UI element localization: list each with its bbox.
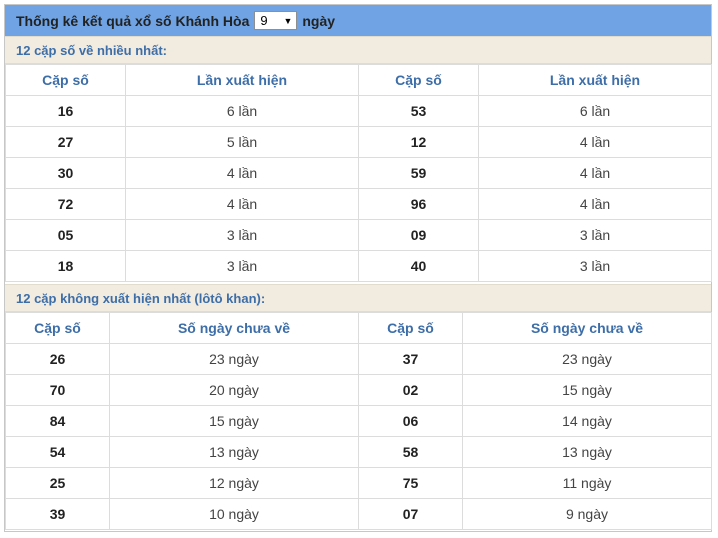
pair-number-cell: 05: [5, 219, 126, 251]
table-header-row: Cặp số Lần xuất hiện Cặp số Lần xuất hiện: [5, 64, 712, 96]
count-cell: 5 lần: [125, 126, 359, 158]
pair-number-cell: 09: [358, 219, 479, 251]
count-cell: 3 lần: [478, 219, 712, 251]
column-header: Cặp số: [358, 312, 463, 344]
column-header: Lần xuất hiện: [478, 64, 712, 96]
dropdown-arrow-icon: ▼: [283, 15, 293, 26]
stats-panel: Thống kê kết quả xổ số Khánh Hòa 9 ▼ ngà…: [4, 4, 712, 532]
count-cell: 6 lần: [125, 95, 359, 127]
pair-number-cell: 07: [358, 498, 463, 530]
pair-number-cell: 25: [5, 467, 110, 499]
pair-number-cell: 26: [5, 343, 110, 375]
count-cell: 20 ngày: [109, 374, 359, 406]
pair-number-cell: 75: [358, 467, 463, 499]
pair-number-cell: 84: [5, 405, 110, 437]
count-cell: 4 lần: [125, 188, 359, 220]
column-header: Cặp số: [5, 312, 110, 344]
count-cell: 14 ngày: [462, 405, 712, 437]
table-row: 54 13 ngày 58 13 ngày: [5, 436, 712, 468]
days-select[interactable]: 9 ▼: [254, 11, 298, 30]
column-header: Số ngày chưa về: [462, 312, 712, 344]
table-header-row: Cặp số Số ngày chưa về Cặp số Số ngày chưa …: [5, 312, 712, 344]
count-cell: 3 lần: [125, 250, 359, 282]
count-cell: 12 ngày: [109, 467, 359, 499]
absent-pairs-table: Cặp số Số ngày chưa về Cặp số Số ngày chưa …: [5, 312, 712, 530]
table-row: 39 10 ngày 07 9 ngày: [5, 498, 712, 530]
table-row: 30 4 lần 59 4 lần: [5, 157, 712, 189]
table-row: 05 3 lần 09 3 lần: [5, 219, 712, 251]
column-header: Cặp số: [5, 64, 126, 96]
column-header: Cặp số: [358, 64, 479, 96]
pair-number-cell: 96: [358, 188, 479, 220]
pair-number-cell: 40: [358, 250, 479, 282]
count-cell: 13 ngày: [462, 436, 712, 468]
count-cell: 10 ngày: [109, 498, 359, 530]
pair-number-cell: 37: [358, 343, 463, 375]
table-row: 25 12 ngày 75 11 ngày: [5, 467, 712, 499]
count-cell: 3 lần: [478, 250, 712, 282]
table-row: 70 20 ngày 02 15 ngày: [5, 374, 712, 406]
pair-number-cell: 12: [358, 126, 479, 158]
pair-number-cell: 27: [5, 126, 126, 158]
pair-number-cell: 54: [5, 436, 110, 468]
pair-number-cell: 16: [5, 95, 126, 127]
pair-number-cell: 30: [5, 157, 126, 189]
count-cell: 4 lần: [478, 126, 712, 158]
count-cell: 13 ngày: [109, 436, 359, 468]
header-suffix: ngày: [302, 12, 336, 29]
table-row: 84 15 ngày 06 14 ngày: [5, 405, 712, 437]
table-row: 27 5 lần 12 4 lần: [5, 126, 712, 158]
count-cell: 11 ngày: [462, 467, 712, 499]
count-cell: 4 lần: [478, 188, 712, 220]
days-select-value: 9: [260, 13, 268, 28]
pair-number-cell: 18: [5, 250, 126, 282]
pair-number-cell: 53: [358, 95, 479, 127]
pair-number-cell: 39: [5, 498, 110, 530]
pair-number-cell: 06: [358, 405, 463, 437]
pair-number-cell: 70: [5, 374, 110, 406]
table-row: 16 6 lần 53 6 lần: [5, 95, 712, 127]
pair-number-cell: 02: [358, 374, 463, 406]
section-absent-title: 12 cặp không xuất hiện nhất (lôtô khan):: [5, 284, 711, 312]
table-row: 26 23 ngày 37 23 ngày: [5, 343, 712, 375]
count-cell: 9 ngày: [462, 498, 712, 530]
count-cell: 3 lần: [125, 219, 359, 251]
section-most-frequent-title: 12 cặp số về nhiều nhất:: [5, 36, 711, 64]
count-cell: 6 lần: [478, 95, 712, 127]
count-cell: 23 ngày: [109, 343, 359, 375]
count-cell: 15 ngày: [109, 405, 359, 437]
table-row: 72 4 lần 96 4 lần: [5, 188, 712, 220]
pair-number-cell: 58: [358, 436, 463, 468]
pair-number-cell: 72: [5, 188, 126, 220]
header-title: Thống kê kết quả xổ số Khánh Hòa: [16, 12, 250, 29]
column-header: Số ngày chưa về: [109, 312, 359, 344]
header-bar: Thống kê kết quả xổ số Khánh Hòa 9 ▼ ngà…: [5, 5, 711, 36]
count-cell: 4 lần: [125, 157, 359, 189]
count-cell: 4 lần: [478, 157, 712, 189]
count-cell: 15 ngày: [462, 374, 712, 406]
pair-number-cell: 59: [358, 157, 479, 189]
count-cell: 23 ngày: [462, 343, 712, 375]
table-row: 18 3 lần 40 3 lần: [5, 250, 712, 282]
most-frequent-table: Cặp số Lần xuất hiện Cặp số Lần xuất hiện 1…: [5, 64, 712, 282]
column-header: Lần xuất hiện: [125, 64, 359, 96]
